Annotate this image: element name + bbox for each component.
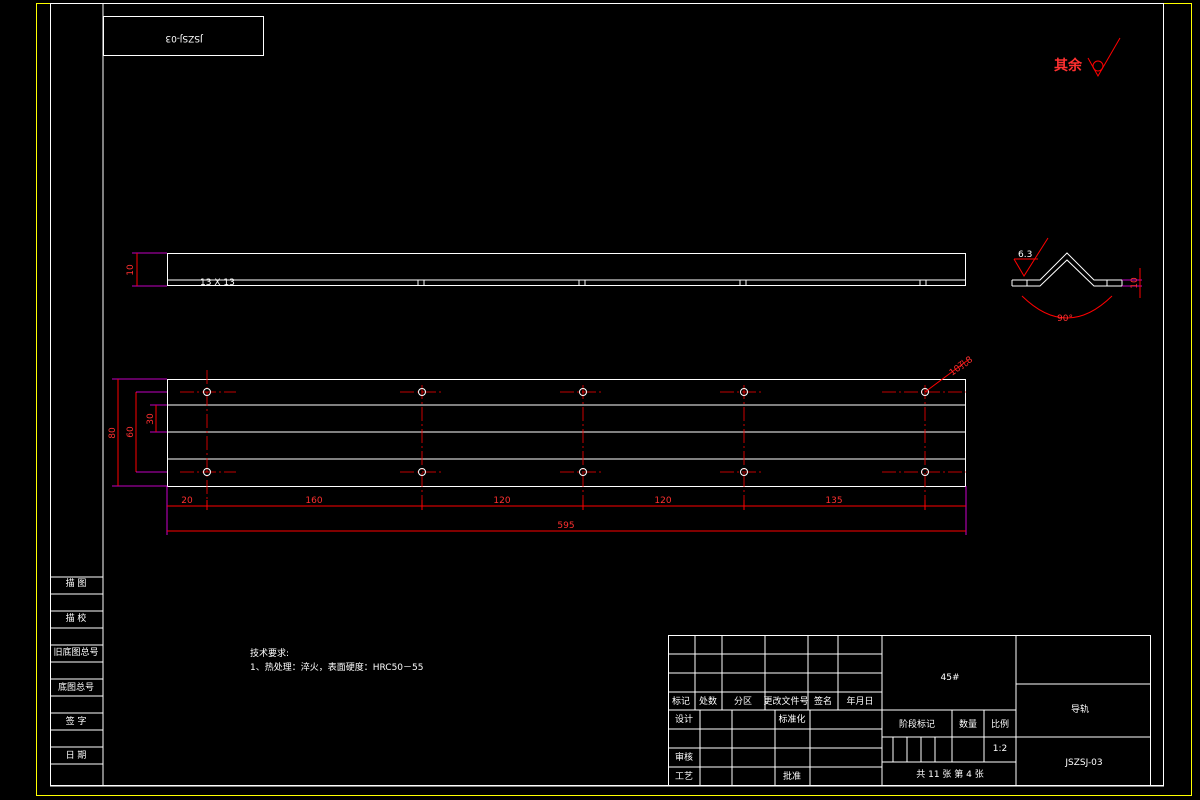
hdr-change-doc: 更改文件号 [763, 695, 808, 707]
inner-frame [50, 3, 1164, 786]
quantity-label: 数量 [959, 718, 977, 730]
left-column: 描 图 描 校 旧底图总号 底图总号 签 字 日 期 [50, 576, 103, 765]
material: 45# [941, 673, 960, 683]
title-block: 标记 处数 分区 更改文件号 签名 年月日 设计 标准化 审核 工艺 批准 45… [668, 635, 1151, 786]
dim-h2: 160 [305, 496, 322, 506]
left-row-5: 签 字 [66, 715, 87, 727]
tech-item-1: 1、热处理：淬火，表面硬度：HRC50－55 [250, 661, 424, 673]
left-row-2: 描 校 [66, 612, 87, 624]
dim-overall: 595 [557, 521, 574, 531]
hdr-sign: 签名 [814, 695, 832, 707]
hdr-date: 年月日 [846, 695, 873, 707]
scale-label: 比例 [991, 718, 1009, 730]
left-row-3: 旧底图总号 [53, 646, 98, 658]
scale-value: 1:2 [993, 744, 1007, 754]
side-height-dim: 10 [126, 264, 136, 276]
hole-pitch-dim: 60 [126, 426, 136, 438]
overall-height-dim: 80 [108, 427, 118, 439]
hdr-count: 处数 [699, 695, 717, 707]
drawing-number: JSZSJ-03 [1064, 758, 1102, 768]
plan-view: 10孔8 80 30 60 20 160 120 120 135 595 [108, 354, 975, 535]
cad-drawing: JSZSJ-03 描 图 描 校 旧底图总号 底图总号 签 字 日 期 其余 1… [36, 3, 1192, 796]
stage-mark-label: 阶段标记 [899, 718, 935, 730]
angle-dim: 90° [1057, 314, 1073, 324]
sheets-text: 共 11 张 第 4 张 [916, 768, 983, 780]
surface-roughness-note: 其余 [1054, 37, 1121, 78]
inner-height-dim: 30 [146, 413, 156, 425]
dim-h4: 120 [654, 496, 671, 506]
rotated-code: JSZSJ-03 [165, 33, 203, 43]
surface-note-text: 其余 [1054, 57, 1083, 74]
hdr-zone: 分区 [734, 696, 752, 707]
standardize-label: 标准化 [778, 713, 805, 725]
part-name: 导轨 [1071, 703, 1089, 715]
left-row-6: 日 期 [66, 750, 87, 761]
left-row-4: 底图总号 [58, 681, 94, 693]
hole-callout: 10孔8 [947, 354, 975, 378]
side-view: 13 X 13 10 [126, 252, 966, 288]
dim-h5: 135 [825, 496, 842, 506]
svg-text:13 X 13: 13 X 13 [200, 278, 235, 288]
tech-title: 技术要求: [250, 647, 289, 659]
left-row-1: 描 图 [66, 577, 87, 589]
approve-label: 批准 [783, 770, 801, 782]
thickness-dim: 10 [1130, 277, 1140, 289]
dim-h3: 120 [493, 496, 510, 506]
outer-frame [36, 3, 1192, 796]
design-label: 设计 [675, 713, 693, 725]
roughness-value: 6.3 [1018, 250, 1032, 260]
section-view: 90° 6.3 10 [1011, 237, 1142, 324]
dim-h1: 20 [181, 496, 193, 506]
hdr-mark: 标记 [672, 695, 690, 707]
review-label: 审核 [675, 751, 693, 763]
process-label: 工艺 [675, 771, 693, 782]
tech-requirements: 技术要求: 1、热处理：淬火，表面硬度：HRC50－55 [250, 647, 424, 673]
